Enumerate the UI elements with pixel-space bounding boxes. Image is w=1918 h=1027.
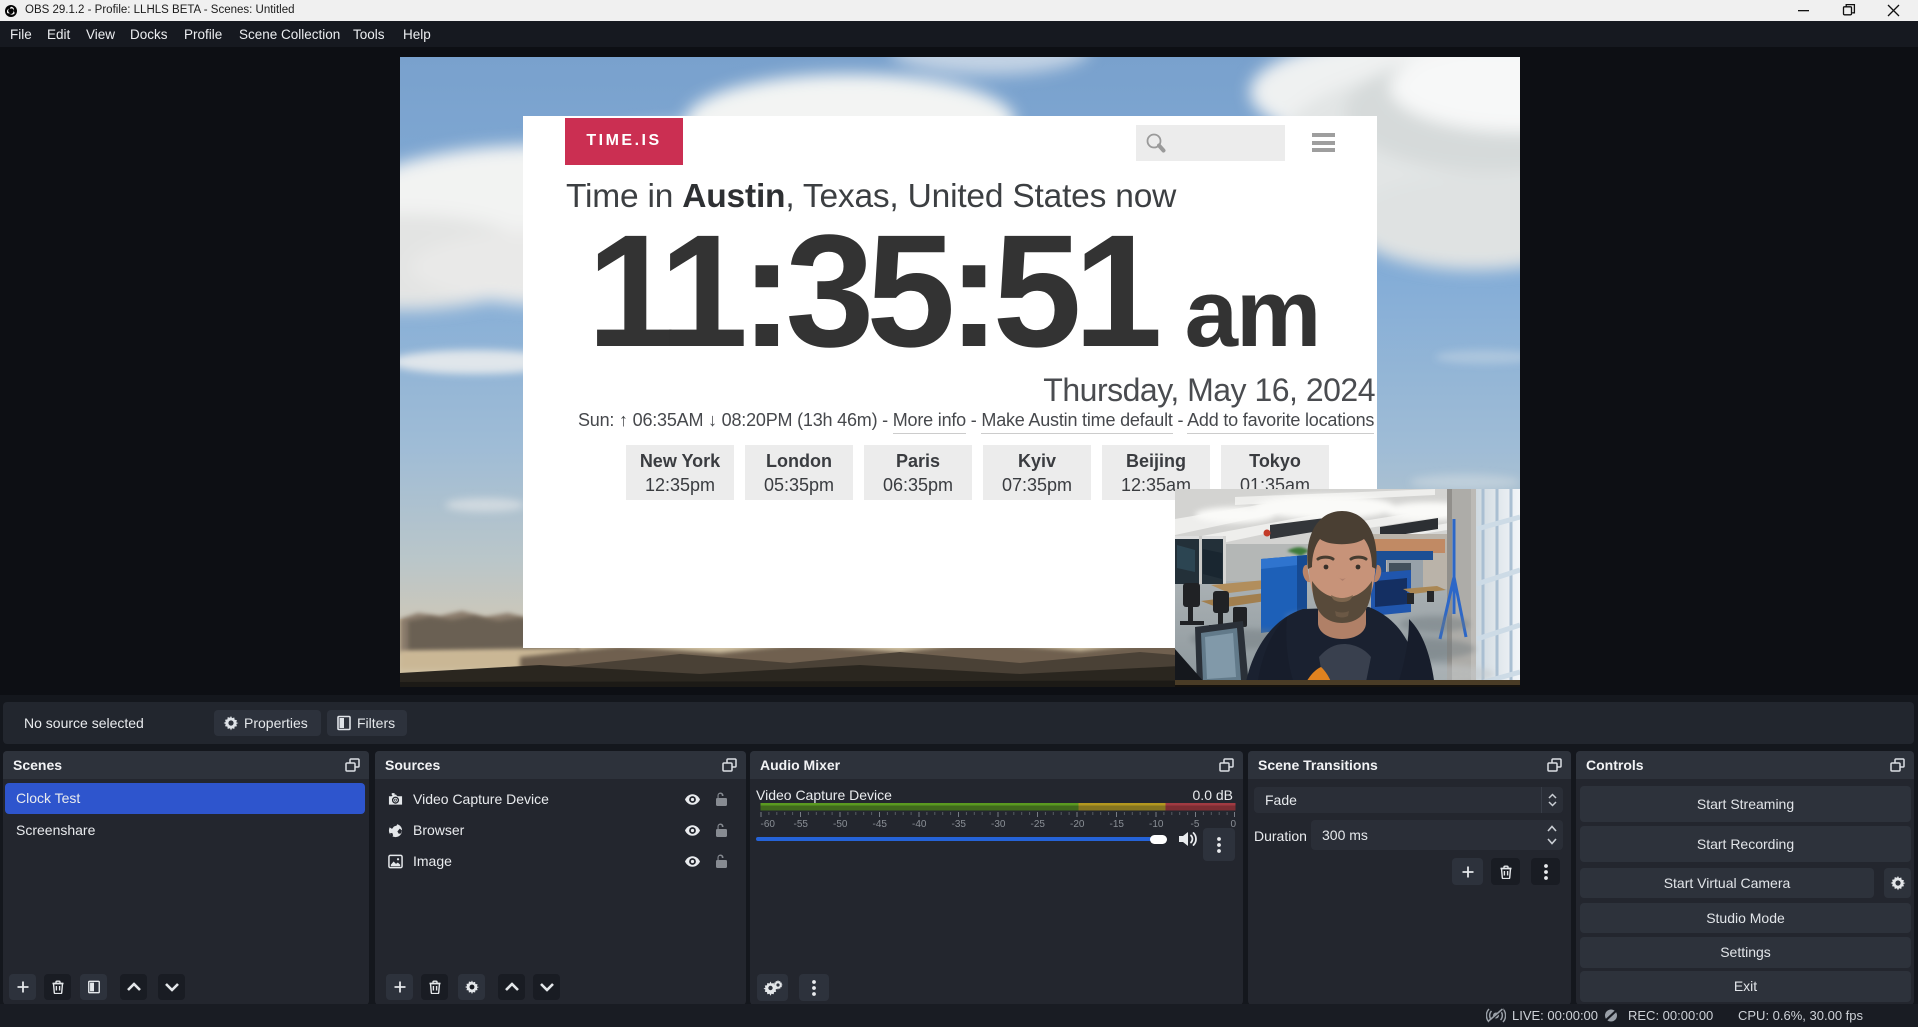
svg-text:-40: -40 [912, 819, 927, 830]
svg-text:-55: -55 [794, 819, 809, 830]
svg-text:-15: -15 [1110, 819, 1125, 830]
svg-text:-10: -10 [1149, 819, 1164, 830]
svg-text:-60: -60 [761, 819, 776, 830]
svg-text:-30: -30 [991, 819, 1006, 830]
svg-text:-45: -45 [873, 819, 888, 830]
svg-text:-20: -20 [1070, 819, 1085, 830]
svg-text:-35: -35 [952, 819, 967, 830]
svg-text:-50: -50 [833, 819, 848, 830]
svg-text:-25: -25 [1031, 819, 1046, 830]
